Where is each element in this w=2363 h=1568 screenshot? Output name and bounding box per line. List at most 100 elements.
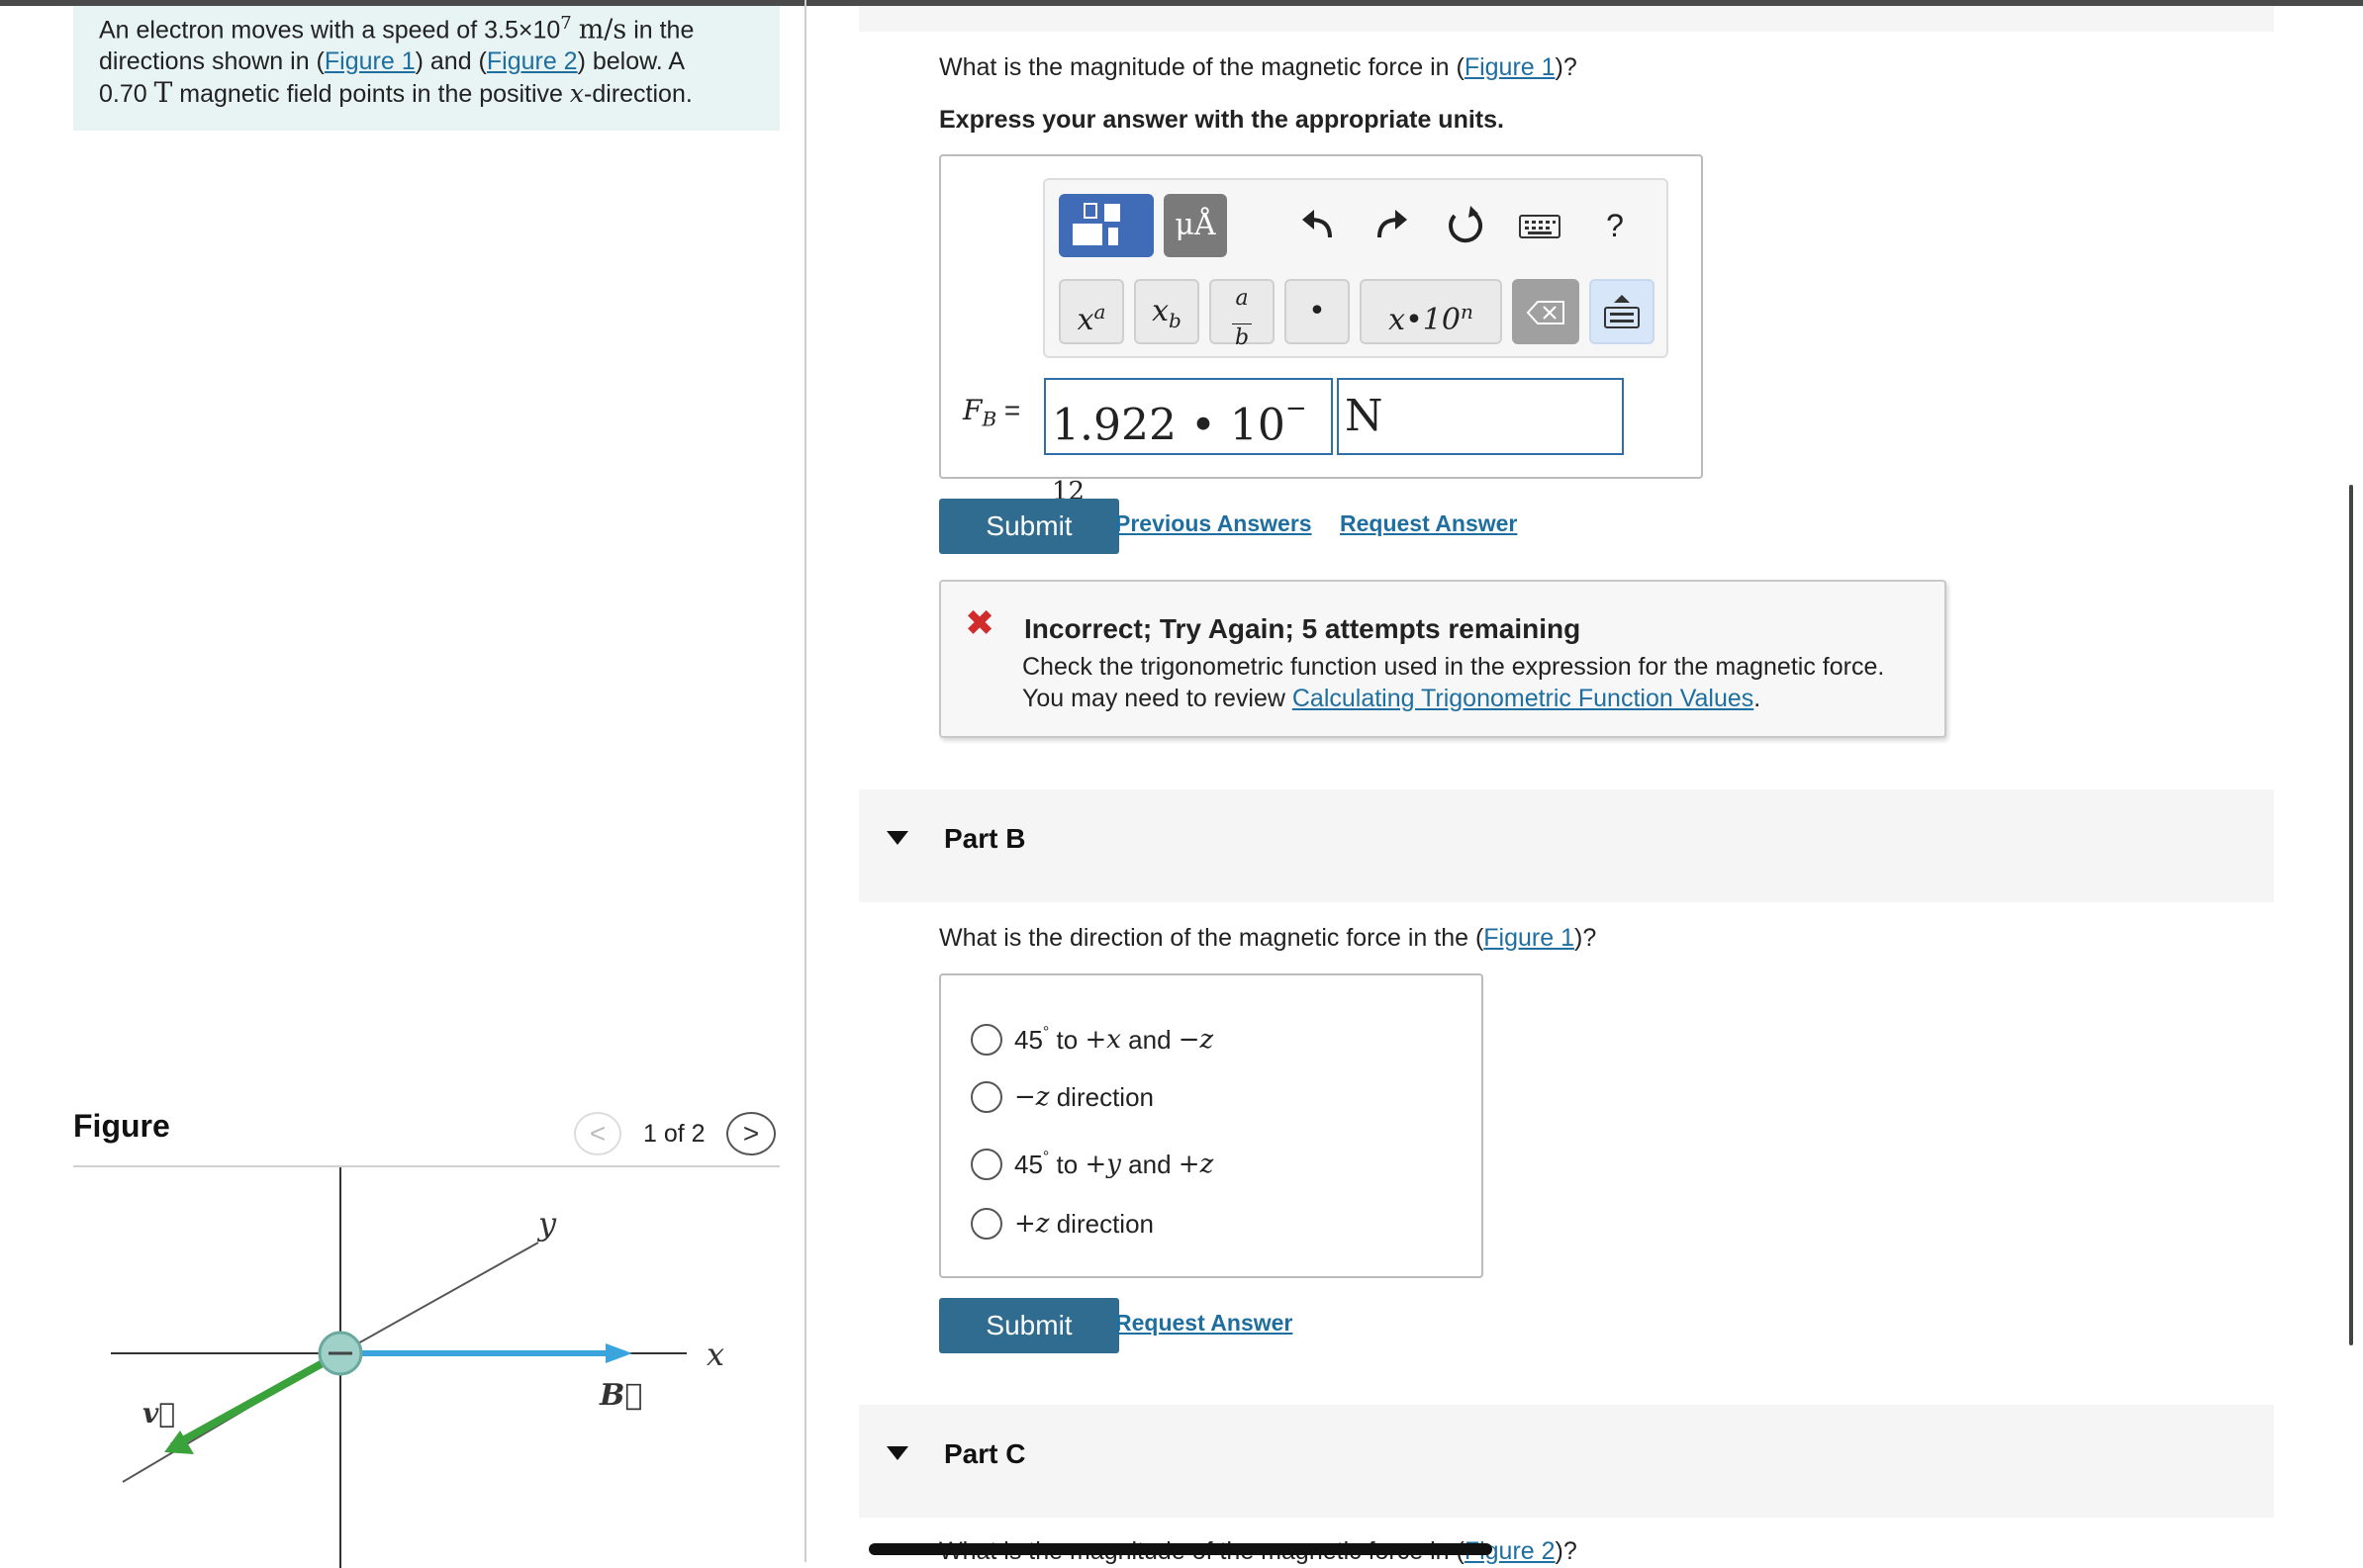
redo-icon[interactable] — [1368, 202, 1415, 249]
dot-key[interactable]: • — [1284, 279, 1350, 344]
question-text: What is the direction of the magnetic fo… — [939, 924, 1484, 952]
keyboard-icon[interactable] — [1516, 202, 1563, 249]
part-b-label: Part B — [944, 823, 1026, 854]
direction-options: 45° to +x and −z −z direction 45° to +y … — [939, 973, 1483, 1278]
incorrect-icon: ✖ — [965, 602, 995, 643]
answer-value-input[interactable]: 1.922 • 10− 12 — [1044, 378, 1333, 507]
option-axis: +x — [1085, 1024, 1121, 1055]
radio-button[interactable] — [971, 1081, 1002, 1114]
figure-2-link[interactable]: Figure 2 — [487, 47, 578, 75]
backspace-icon — [1526, 300, 1564, 324]
feedback-text: Check the trigonometric function used in… — [1022, 651, 1884, 714]
option-text: and — [1120, 1149, 1179, 1179]
problem-text: ) below. A — [577, 47, 685, 76]
radio-button[interactable] — [971, 1148, 1002, 1180]
problem-text: ) and ( — [415, 47, 487, 76]
fraction-key[interactable]: ab — [1209, 279, 1275, 349]
option-axis: +z — [1014, 1209, 1050, 1240]
problem-text: -direction. — [584, 80, 693, 109]
figure-1-link[interactable]: Figure 1 — [325, 47, 416, 75]
question-text: )? — [1555, 1537, 1577, 1565]
option-axis: +y — [1085, 1149, 1121, 1179]
submit-button[interactable]: Submit — [939, 1298, 1119, 1353]
math-toolbar: μÅ ? xa xb ab • x•10n — [1043, 178, 1668, 358]
templates-button[interactable] — [1059, 194, 1154, 257]
option-plus-z[interactable]: +z direction — [971, 1202, 1154, 1242]
question-text: )? — [1574, 924, 1597, 952]
option-axis: −z — [1014, 1082, 1050, 1113]
previous-figure-button[interactable]: < — [574, 1112, 621, 1155]
feedback-period: . — [1753, 685, 1761, 712]
feedback-title: Incorrect; Try Again; 5 attempts remaini… — [1024, 613, 1581, 644]
question-text: )? — [1555, 53, 1577, 81]
option-text: 45 — [1014, 1024, 1043, 1055]
y-axis — [339, 1242, 539, 1354]
feedback-review-text: You may need to review — [1022, 685, 1292, 712]
request-answer-link[interactable]: Request Answer — [1115, 1310, 1292, 1337]
help-icon[interactable]: ? — [1591, 202, 1639, 249]
speed-exponent: 7 — [560, 13, 572, 34]
radio-button[interactable] — [971, 1208, 1002, 1241]
answer-value: 1.922 • 10 — [1052, 400, 1285, 451]
keyboard-toggle-key[interactable] — [1589, 279, 1654, 344]
templates-icon — [1073, 203, 1120, 245]
option-text: 45 — [1014, 1149, 1043, 1179]
figure-pager: 1 of 2 — [643, 1120, 706, 1148]
field-unit: T — [153, 76, 173, 110]
subscript-key[interactable]: xb — [1134, 279, 1199, 344]
feedback-box: ✖ Incorrect; Try Again; 5 attempts remai… — [939, 580, 1946, 738]
option-45-x-minus-z[interactable]: 45° to +x and −z — [971, 1013, 1213, 1056]
problem-statement: An electron moves with a speed of 3.5×10… — [73, 6, 780, 131]
undo-icon[interactable] — [1294, 202, 1342, 249]
speed-unit: m/s — [578, 14, 627, 46]
left-pane: An electron moves with a speed of 3.5×10… — [0, 6, 806, 1568]
keyboard-up-icon — [1604, 295, 1640, 328]
figure-1-link[interactable]: Figure 1 — [1483, 924, 1574, 952]
problem-text: An electron moves with a speed of — [99, 16, 485, 45]
problem-text: directions shown in ( — [99, 47, 325, 76]
previous-answers-link[interactable]: Previous Answers — [1115, 510, 1312, 537]
part-c-header[interactable]: Part C — [859, 1405, 2274, 1518]
figure-title: Figure — [73, 1108, 170, 1144]
trig-review-link[interactable]: Calculating Trigonometric Function Value… — [1292, 685, 1753, 712]
option-text: and — [1120, 1024, 1179, 1055]
field-label: B⃗ — [599, 1378, 642, 1413]
scrollbar[interactable] — [2349, 485, 2353, 1345]
part-a-header — [859, 6, 2274, 32]
x-axis-label: x — [707, 1336, 724, 1373]
option-text: to — [1049, 1024, 1086, 1055]
option-45-y-plus-z[interactable]: 45° to +y and +z — [971, 1138, 1214, 1180]
magnetic-field-arrowhead — [606, 1343, 632, 1363]
force-subscript: B — [982, 407, 997, 431]
option-minus-z[interactable]: −z direction — [971, 1075, 1154, 1115]
equals-sign: = — [1003, 395, 1021, 425]
velocity-label: v⃗ — [142, 1397, 175, 1430]
request-answer-link[interactable]: Request Answer — [1340, 510, 1517, 537]
part-b-header[interactable]: Part B — [859, 789, 2274, 902]
collapse-triangle-icon[interactable] — [887, 831, 908, 845]
velocity-vector — [170, 1349, 342, 1450]
radio-button[interactable] — [971, 1023, 1002, 1056]
answer-unit-input[interactable]: N — [1337, 378, 1624, 455]
answer-box: μÅ ? xa xb ab • x•10n FB = 1.922 • 10− 1… — [939, 154, 1703, 507]
option-axis: +z — [1178, 1149, 1214, 1179]
delete-key[interactable] — [1512, 279, 1579, 344]
next-figure-button[interactable]: > — [726, 1112, 776, 1155]
figure-1-link[interactable]: Figure 1 — [1465, 53, 1556, 81]
question-text: What is the magnitude of the magnetic fo… — [939, 53, 1465, 81]
part-c-label: Part C — [944, 1438, 1026, 1469]
axis-x-symbol: x — [569, 79, 585, 109]
pane-divider[interactable] — [804, 0, 806, 1562]
part-b-question: What is the direction of the magnetic fo… — [939, 924, 1596, 953]
scientific-notation-key[interactable]: x•10n — [1360, 279, 1502, 344]
problem-text: magnetic field points in the positive — [172, 80, 570, 109]
reset-icon[interactable] — [1441, 202, 1488, 249]
force-label: FB = — [963, 394, 1020, 431]
collapse-triangle-icon[interactable] — [887, 1446, 908, 1460]
superscript-key[interactable]: xa — [1059, 279, 1124, 344]
option-text: direction — [1049, 1082, 1154, 1113]
submit-button[interactable]: Submit — [939, 499, 1119, 554]
feedback-hint: Check the trigonometric function used in… — [1022, 653, 1885, 681]
right-pane: What is the magnitude of the magnetic fo… — [859, 0, 2274, 1568]
units-button[interactable]: μÅ — [1164, 194, 1227, 257]
